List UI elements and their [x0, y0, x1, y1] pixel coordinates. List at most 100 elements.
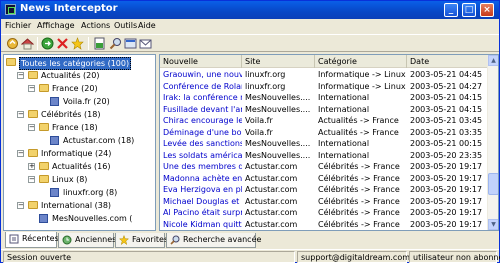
- table-row[interactable]: Michael Douglas et Cat...Actustar.com Cél…: [160, 196, 488, 207]
- status-email: support@digitaldream.com: [297, 251, 410, 263]
- news-title-cell[interactable]: Graouwin, une nouvelle ...: [160, 69, 242, 80]
- news-title-cell[interactable]: Fusillade devant l'amba...: [160, 104, 242, 115]
- news-title-cell[interactable]: Nicole Kidman quitterait ...: [160, 219, 242, 230]
- feed-icon: [50, 188, 59, 197]
- menu-fichier[interactable]: Fichier: [5, 21, 31, 30]
- table-row[interactable]: Chirac encourage les fa...Voila.fr Actual…: [160, 115, 488, 126]
- home-icon[interactable]: [21, 37, 34, 50]
- table-row[interactable]: Graouwin, une nouvelle ...linuxfr.org Inf…: [160, 69, 488, 80]
- date-cell: 2003-05-20 23:35: [410, 150, 483, 160]
- tree-item[interactable]: − Actualités (20): [4, 70, 155, 81]
- column-header-date[interactable]: Date: [407, 55, 488, 68]
- folder-icon: [28, 71, 38, 79]
- collapse-icon[interactable]: −: [28, 124, 35, 131]
- table-row[interactable]: Levée des sanctions co...MesNouvelles...…: [160, 138, 488, 149]
- delete-icon[interactable]: [56, 37, 69, 50]
- table-row[interactable]: Irak: la conférence natio...MesNouvelles…: [160, 92, 488, 103]
- news-title-cell[interactable]: Une des membres du ju...: [160, 161, 242, 172]
- tree-item[interactable]: Voila.fr (20): [4, 96, 155, 107]
- news-title-cell[interactable]: Les soldats américains ...: [160, 150, 242, 161]
- table-row[interactable]: Conférence de Roland ...linuxfr.org Infor…: [160, 81, 488, 92]
- collapse-icon[interactable]: −: [28, 85, 35, 92]
- collapse-icon[interactable]: −: [28, 176, 35, 183]
- tree-item[interactable]: linuxfr.org (8): [4, 187, 155, 198]
- scroll-thumb[interactable]: [488, 173, 498, 195]
- news-title-cell[interactable]: Madonna achète encor...: [160, 173, 242, 184]
- tree-item-label: MesNouvelles.com (: [52, 214, 133, 223]
- table-row[interactable]: Une des membres du ju...Actustar.com Célé…: [160, 161, 488, 172]
- news-title-cell[interactable]: Levée des sanctions co...: [160, 138, 242, 149]
- close-button[interactable]: ×: [480, 3, 494, 17]
- category-tree[interactable]: Toutes les catégories (100) − Actualités (…: [3, 54, 156, 231]
- collapse-icon[interactable]: −: [17, 202, 24, 209]
- news-title-cell[interactable]: Eva Herzigova en plein...: [160, 184, 242, 195]
- table-row[interactable]: Madonna achète encor...Actustar.com Céléb…: [160, 173, 488, 184]
- column-header-nouvelle[interactable]: Nouvelle: [160, 55, 242, 68]
- news-title-cell[interactable]: Conférence de Roland ...: [160, 81, 242, 92]
- site-cell: linuxfr.org: [245, 70, 286, 79]
- site-cell: MesNouvelles....: [245, 93, 311, 102]
- menu-actions[interactable]: Actions: [81, 21, 110, 30]
- news-title-cell[interactable]: Al Pacino était surproté...: [160, 207, 242, 218]
- table-row[interactable]: Fusillade devant l'amba...MesNouvelles..…: [160, 104, 488, 115]
- table-row[interactable]: Al Pacino était surproté...Actustar.com C…: [160, 207, 488, 218]
- news-title-cell[interactable]: Déminage d'une bomb...: [160, 127, 242, 138]
- collapse-icon[interactable]: −: [17, 150, 24, 157]
- tree-item[interactable]: − International (38): [4, 200, 155, 211]
- category-cell: Célébrités -> France: [318, 196, 400, 206]
- tab-label: Récentes: [22, 234, 59, 243]
- favorite-icon[interactable]: [71, 37, 84, 50]
- tab-strip: Récentes Anciennes Favorites Recherche avan…: [1, 232, 499, 249]
- toolbar-separator: [37, 37, 38, 50]
- export-icon[interactable]: [93, 37, 106, 50]
- collapse-icon[interactable]: −: [17, 72, 24, 79]
- column-header-site[interactable]: Site: [242, 55, 315, 68]
- tree-item[interactable]: MesNouvelles.com (: [4, 213, 155, 224]
- category-cell: International: [318, 93, 370, 102]
- category-cell: Célébrités -> France: [318, 162, 400, 171]
- tree-item[interactable]: − Informatique (24): [4, 148, 155, 159]
- menu-aide[interactable]: Aide: [138, 21, 156, 30]
- table-row[interactable]: Eva Herzigova en plein...Actustar.com Cél…: [160, 184, 488, 195]
- maximize-button[interactable]: □: [462, 3, 476, 17]
- go-icon[interactable]: [41, 37, 54, 50]
- news-title-cell[interactable]: Michael Douglas et Cat...: [160, 196, 242, 207]
- grid-header: Nouvelle Site Catégorie Date: [160, 55, 488, 68]
- table-row[interactable]: Déminage d'une bomb...Voila.fr Actualités…: [160, 127, 488, 138]
- refresh-icon[interactable]: [6, 37, 19, 50]
- menu-outils[interactable]: Outils: [114, 21, 137, 30]
- tree-item[interactable]: Toutes les catégories (100): [4, 57, 155, 70]
- collapse-icon[interactable]: −: [17, 111, 24, 118]
- scroll-up-button[interactable]: ▲: [488, 55, 498, 66]
- tab-anciennes[interactable]: Anciennes: [58, 233, 116, 248]
- search-icon[interactable]: [109, 37, 122, 50]
- tree-item[interactable]: − Célébrités (18): [4, 109, 155, 120]
- category-cell: International: [318, 150, 370, 160]
- expand-icon[interactable]: +: [28, 163, 35, 170]
- app-icon: [5, 4, 16, 15]
- table-row[interactable]: Les soldats américains ...MesNouvelles..…: [160, 150, 488, 161]
- options-icon[interactable]: [124, 37, 137, 50]
- vertical-scrollbar[interactable]: ▲ ▼: [487, 55, 498, 230]
- tab-recentes[interactable]: Récentes: [5, 232, 59, 248]
- mail-icon[interactable]: [139, 37, 152, 50]
- scroll-down-button[interactable]: ▼: [488, 219, 498, 230]
- tree-item[interactable]: − Linux (8): [4, 174, 155, 185]
- news-title-cell[interactable]: Irak: la conférence natio...: [160, 92, 242, 103]
- news-grid[interactable]: Nouvelle Site Catégorie Date Graouwin, une …: [159, 54, 499, 231]
- tree-item[interactable]: − France (18): [4, 122, 155, 133]
- tab-favorites[interactable]: Favorites: [115, 233, 168, 248]
- title-bar[interactable]: News Interceptor _ □ ×: [1, 1, 499, 19]
- tree-item[interactable]: − France (20): [4, 83, 155, 94]
- column-header-catgorie[interactable]: Catégorie: [315, 55, 407, 68]
- tree-item[interactable]: + Actualités (16): [4, 161, 155, 172]
- news-title-cell[interactable]: Chirac encourage les fa...: [160, 115, 242, 126]
- tree-item-label: linuxfr.org (8): [63, 188, 118, 197]
- status-user: utilisateur non abonné: [409, 251, 500, 263]
- category-cell: Célébrités -> France: [318, 185, 400, 194]
- tab-recherche[interactable]: Recherche avancée: [166, 233, 261, 248]
- table-row[interactable]: Nicole Kidman quitterait ...Actustar.com…: [160, 219, 488, 230]
- minimize-button[interactable]: _: [444, 3, 458, 17]
- menu-affichage[interactable]: Affichage: [37, 21, 75, 30]
- tree-item[interactable]: Actustar.com (18): [4, 135, 155, 146]
